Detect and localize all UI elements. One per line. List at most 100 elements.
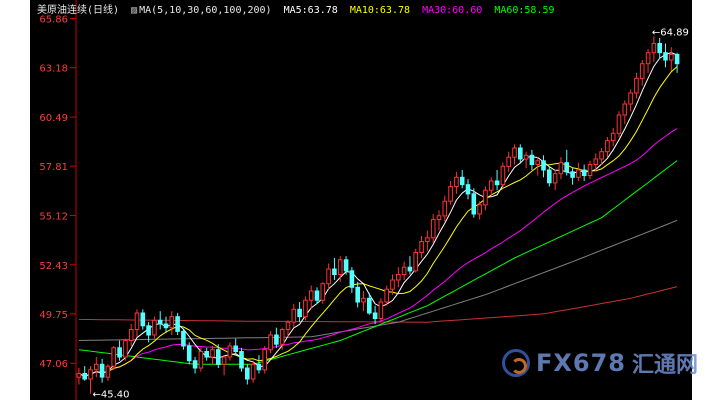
candle	[308, 285, 314, 310]
ma10-line	[78, 66, 678, 377]
candle-body-down	[117, 347, 122, 358]
candle	[657, 38, 663, 59]
high-annotation: ←64.89	[652, 27, 689, 38]
candle	[198, 347, 204, 372]
low-annotation: ←45.40	[93, 390, 130, 400]
candle-body-up	[227, 345, 233, 358]
candle	[581, 164, 587, 181]
candle-body-up	[378, 301, 384, 319]
candle	[610, 127, 616, 147]
candle	[111, 346, 117, 370]
candle-body-down	[674, 54, 680, 65]
candle-body-down	[518, 147, 523, 160]
candle	[210, 346, 215, 365]
candle-body-down	[407, 266, 413, 272]
candle-body-up	[262, 349, 267, 371]
ma100-line	[78, 219, 678, 341]
candle	[94, 357, 99, 378]
candle-body-up	[535, 160, 541, 166]
candle-body-down	[494, 180, 500, 186]
candle	[518, 144, 523, 163]
candle-body-down	[181, 330, 186, 347]
candle	[82, 366, 88, 381]
candle-body-down	[471, 193, 477, 215]
candle	[506, 151, 511, 172]
candle-body-up	[390, 279, 395, 290]
candle-body-up	[285, 321, 291, 331]
candle	[152, 316, 157, 339]
candle-body-up	[94, 363, 99, 371]
candle	[425, 230, 430, 251]
candle	[564, 149, 570, 176]
candle	[256, 355, 262, 374]
candle	[454, 171, 459, 194]
candle-body-up	[169, 316, 175, 329]
y-tick-label: 55.12	[39, 211, 68, 222]
candle	[634, 72, 639, 99]
candle	[430, 214, 436, 244]
candle-body-up	[88, 369, 93, 380]
candle	[639, 60, 645, 86]
candle	[436, 210, 442, 231]
candle	[459, 170, 465, 189]
candle	[605, 137, 610, 158]
candlestick-chart[interactable]: 65.86 63.18 60.49 57.81 55.12 52.43 49.75 47.06…	[0, 0, 722, 400]
candle-body-down	[547, 169, 552, 184]
candle-body-up	[558, 162, 564, 175]
candle	[419, 236, 424, 258]
candle-body-down	[529, 154, 535, 166]
candle-body-up	[436, 215, 442, 221]
candle-body-up	[76, 373, 82, 378]
candle-body-up	[605, 140, 610, 153]
candle	[372, 305, 378, 324]
candle-body-down	[297, 308, 302, 318]
candle-body-up	[488, 180, 494, 191]
candle-body-up	[599, 151, 604, 160]
candle	[169, 311, 175, 335]
candle-body-up	[616, 114, 622, 134]
candle-body-down	[657, 43, 663, 54]
candle-body-up	[477, 204, 482, 215]
candle-body-down	[256, 363, 262, 371]
candle	[576, 162, 581, 181]
candle-body-up	[303, 299, 308, 318]
candle	[465, 179, 471, 200]
period-label[interactable]: (日线)	[87, 5, 119, 16]
candle	[529, 149, 535, 170]
candle-body-up	[134, 312, 140, 330]
ma-settings-icon[interactable]: ▨	[131, 5, 137, 16]
candle	[245, 364, 250, 385]
ma10-legend: MA10:63.78	[349, 5, 411, 16]
candle-body-down	[663, 52, 668, 61]
candle	[407, 256, 413, 275]
candle-body-down	[99, 363, 105, 378]
candle	[483, 186, 488, 211]
candle-body-up	[483, 189, 488, 206]
candle-body-down	[581, 169, 587, 176]
candle	[587, 160, 593, 180]
candle	[303, 296, 308, 321]
candle-body-down	[216, 349, 221, 365]
candle-body-up	[425, 237, 430, 243]
candle	[669, 47, 674, 71]
candle	[674, 52, 680, 73]
candle	[337, 256, 343, 282]
candle	[651, 36, 657, 62]
candle	[233, 338, 238, 356]
candle	[488, 177, 494, 196]
candle-body-down	[570, 171, 575, 178]
candle	[239, 347, 244, 372]
candle-body-down	[163, 323, 169, 329]
candle	[401, 261, 407, 280]
candle-body-down	[192, 360, 198, 369]
candle	[523, 151, 529, 169]
fx678-watermark: FX678 汇通网	[502, 345, 698, 381]
ma30-legend: MA30:60.60	[422, 5, 483, 16]
candle-body-up	[210, 349, 215, 358]
ma5-legend: MA5:63.78	[283, 5, 338, 16]
candle	[332, 258, 337, 280]
candle-body-up	[128, 329, 134, 341]
candle	[552, 170, 558, 191]
candle-body-up	[308, 290, 314, 301]
candle	[355, 281, 360, 308]
